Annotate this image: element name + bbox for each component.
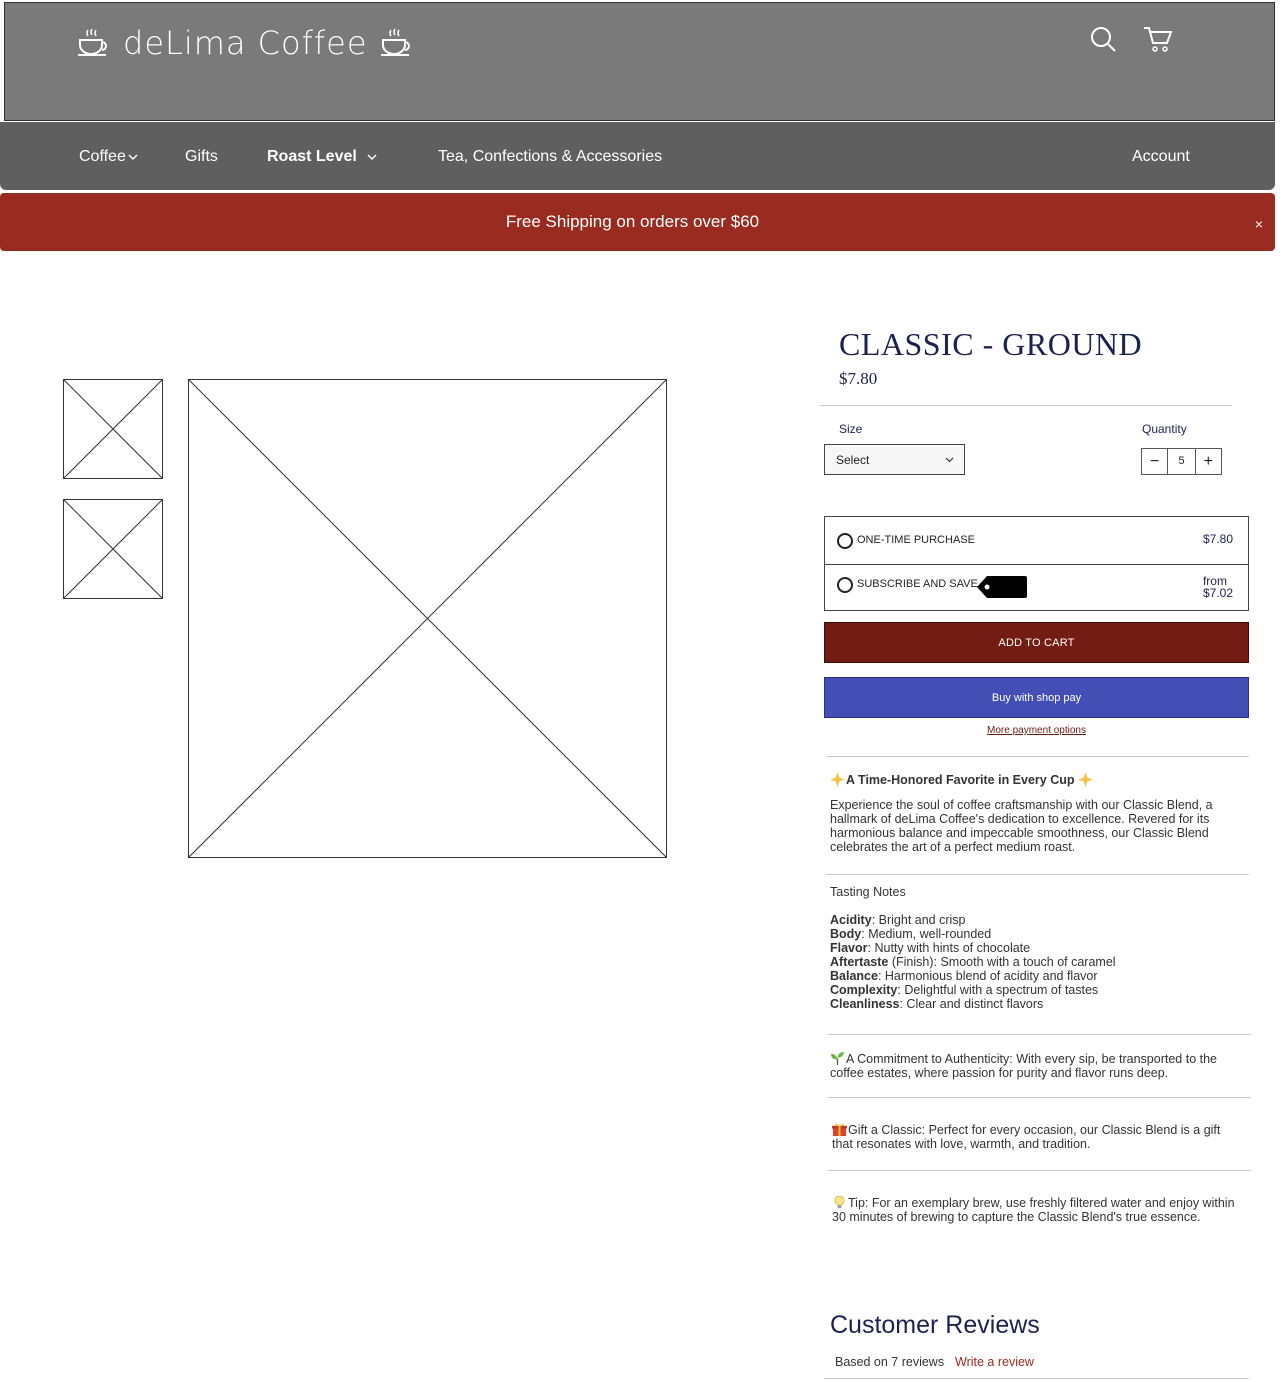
headline-text: A Time-Honored Favorite in Every Cup	[846, 773, 1075, 787]
coffee-cup-icon	[380, 28, 410, 56]
divider	[820, 405, 1232, 406]
close-icon[interactable]: ×	[1255, 216, 1263, 232]
tasting-notes-title: Tasting Notes	[830, 885, 906, 899]
chevron-down-icon	[367, 154, 377, 160]
nav-item-account[interactable]: Account	[1132, 148, 1190, 166]
one-time-purchase-option[interactable]: ONE-TIME PURCHASE $7.80	[825, 517, 1248, 564]
radio-button[interactable]	[837, 533, 853, 549]
divider	[828, 1034, 1251, 1035]
description-headline: A Time-Honored Favorite in Every Cup	[830, 772, 1240, 787]
write-review-link[interactable]: Write a review	[955, 1355, 1034, 1369]
quantity-input[interactable]: 5	[1167, 449, 1196, 474]
divider	[828, 1170, 1251, 1171]
site-header: deLima Coffee	[4, 2, 1275, 121]
chevron-down-icon	[128, 154, 138, 160]
authenticity-note: A Commitment to Authenticity: With every…	[830, 1051, 1245, 1080]
shop-pay-button[interactable]: Buy with shop pay	[824, 677, 1249, 718]
subscribe-and-save-option[interactable]: SUBSCRIBE AND SAVE from $7.02	[825, 564, 1248, 611]
announcement-text: Free Shipping on orders over $60	[505, 212, 760, 231]
nav-item-label: Coffee	[79, 148, 126, 165]
size-select[interactable]: Select	[824, 444, 965, 475]
divider	[828, 1097, 1251, 1098]
tasting-note: Acidity: Bright and crisp	[830, 913, 966, 927]
reviews-summary: Based on 7 reviews	[835, 1355, 945, 1369]
tasting-notes-list: Acidity: Bright and crisp Body: Medium, …	[830, 913, 1240, 1011]
nav-item-label: Roast Level	[267, 148, 357, 165]
price-tag-icon	[977, 576, 1027, 598]
purchase-options: ONE-TIME PURCHASE $7.80 SUBSCRIBE AND SA…	[824, 516, 1249, 611]
tasting-note: Aftertaste (Finish): Smooth with a touch…	[830, 955, 1116, 969]
nav-item-roast-level[interactable]: Roast Level	[267, 148, 377, 166]
tasting-note: Balance: Harmonious blend of acidity and…	[830, 969, 1098, 983]
tip-text: Tip: For an exemplary brew, use freshly …	[832, 1196, 1235, 1224]
size-label: Size	[839, 422, 863, 436]
gift-icon	[832, 1123, 847, 1137]
radio-button[interactable]	[837, 577, 853, 593]
image-placeholder-icon	[64, 500, 162, 598]
image-placeholder-icon	[189, 380, 666, 857]
announcement-bar: Free Shipping on orders over $60 ×	[0, 193, 1275, 251]
seedling-icon	[830, 1051, 845, 1066]
product-price: $7.80	[839, 369, 878, 388]
nav-item-label: Gifts	[185, 148, 218, 165]
quantity-stepper: − 5 +	[1141, 448, 1222, 475]
quantity-decrease-button[interactable]: −	[1142, 449, 1167, 474]
nav-item-tea-confections-accessories[interactable]: Tea, Confections & Accessories	[438, 148, 662, 166]
gift-note: Gift a Classic: Perfect for every occasi…	[832, 1122, 1242, 1151]
main-nav: Coffee Gifts Roast Level Tea, Confection…	[0, 122, 1275, 190]
tip-note: Tip: For an exemplary brew, use freshly …	[832, 1195, 1242, 1224]
search-icon[interactable]	[1089, 25, 1117, 53]
image-placeholder-icon	[64, 380, 162, 478]
purchase-option-price: from $7.02	[1203, 575, 1233, 599]
purchase-option-label: ONE-TIME PURCHASE	[857, 534, 975, 546]
tasting-note: Cleanliness: Clear and distinct flavors	[830, 997, 1044, 1011]
gift-text: Gift a Classic: Perfect for every occasi…	[832, 1123, 1221, 1151]
lightbulb-icon	[834, 1195, 845, 1209]
divider	[826, 756, 1249, 757]
logo-text: deLima Coffee	[123, 24, 368, 62]
description-intro: Experience the soul of coffee craftsmans…	[830, 798, 1213, 854]
add-to-cart-button[interactable]: ADD TO CART	[824, 622, 1249, 663]
size-select-value: Select	[836, 453, 870, 467]
more-payment-options-link[interactable]: More payment options	[824, 725, 1249, 736]
nav-item-gifts[interactable]: Gifts	[185, 148, 218, 166]
product-thumbnail[interactable]	[63, 499, 163, 599]
product-thumbnail[interactable]	[63, 379, 163, 479]
tasting-note: Complexity: Delightful with a spectrum o…	[830, 983, 1099, 997]
divider	[824, 1378, 1249, 1379]
purchase-option-price: $7.80	[1202, 532, 1233, 546]
sparkle-star-icon	[1078, 772, 1093, 787]
quantity-increase-button[interactable]: +	[1196, 449, 1221, 474]
tasting-note: Body: Medium, well-rounded	[830, 927, 992, 941]
quantity-label: Quantity	[1142, 422, 1187, 436]
nav-item-coffee[interactable]: Coffee	[79, 148, 138, 166]
divider	[826, 874, 1249, 875]
cart-icon[interactable]	[1143, 25, 1173, 53]
logo[interactable]: deLima Coffee	[77, 21, 414, 65]
coffee-cup-icon	[78, 28, 107, 56]
product-title: CLASSIC - GROUND	[839, 326, 1143, 362]
customer-reviews-title: Customer Reviews	[830, 1311, 1040, 1339]
price-value: $7.02	[1202, 586, 1233, 600]
product-main-image[interactable]	[188, 379, 667, 858]
chevron-down-icon	[945, 457, 954, 463]
nav-item-label: Tea, Confections & Accessories	[438, 148, 663, 165]
tasting-note: Flavor: Nutty with hints of chocolate	[830, 941, 1031, 955]
sparkle-star-icon	[830, 772, 845, 787]
authenticity-text: A Commitment to Authenticity: With every…	[830, 1052, 1218, 1080]
purchase-option-label: SUBSCRIBE AND SAVE	[857, 578, 978, 590]
account-label: Account	[1132, 148, 1190, 165]
